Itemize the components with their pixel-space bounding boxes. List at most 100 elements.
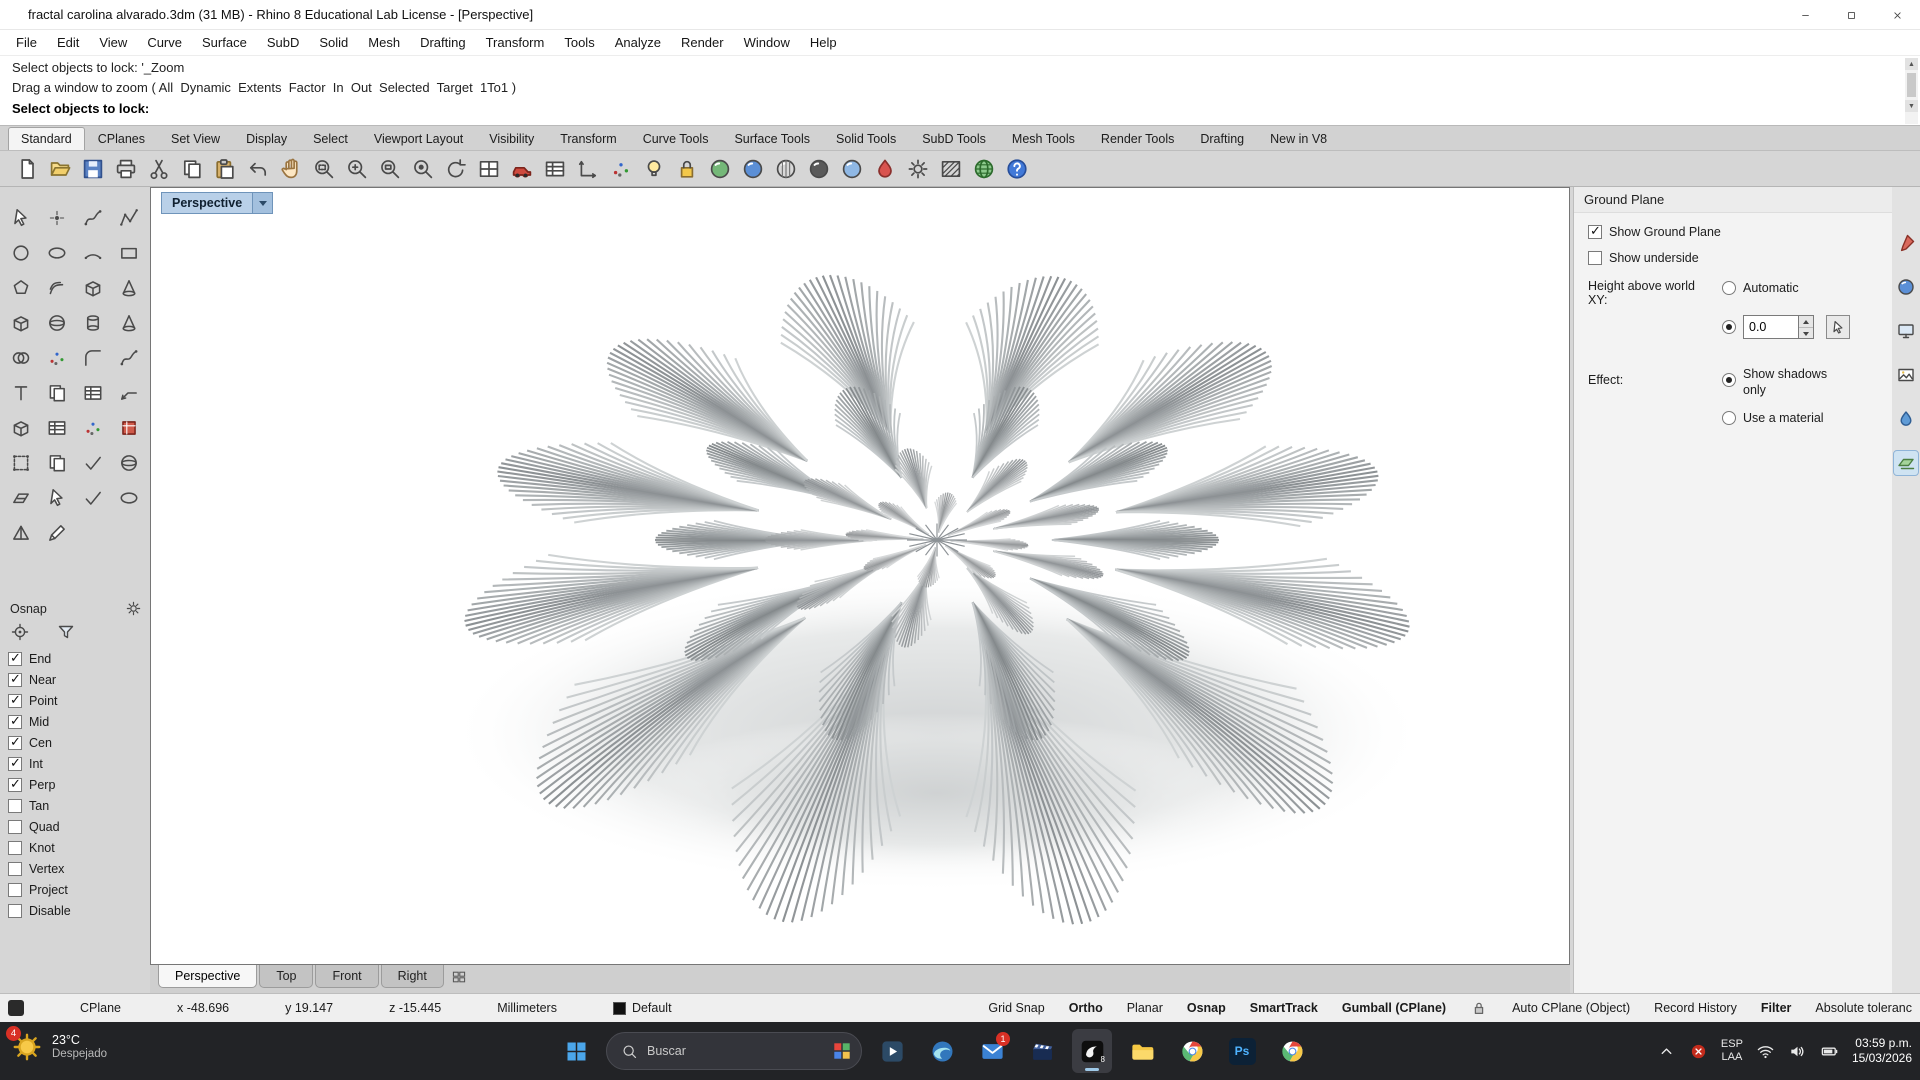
taskbar-chrome[interactable]: [1172, 1029, 1212, 1073]
solid-box-icon[interactable]: [75, 271, 111, 305]
new-viewport-layout-button[interactable]: [446, 966, 472, 988]
taskbar-mail[interactable]: 1: [972, 1029, 1012, 1073]
height-input[interactable]: [1743, 315, 1799, 339]
new-file-icon[interactable]: [14, 156, 40, 182]
taskbar-edge[interactable]: [922, 1029, 962, 1073]
menu-file[interactable]: File: [6, 32, 47, 53]
scroll-up-icon[interactable]: ▲: [1905, 58, 1918, 70]
offset-curve-icon[interactable]: [39, 271, 75, 305]
vptab-right[interactable]: Right: [381, 965, 444, 988]
search-input[interactable]: Buscar: [606, 1032, 862, 1070]
osnap-filter-icon[interactable]: [56, 622, 76, 642]
undo-icon[interactable]: [245, 156, 271, 182]
osnap-quad[interactable]: Quad: [0, 816, 150, 837]
tab-transform[interactable]: Transform: [547, 127, 630, 150]
grid-icon[interactable]: [39, 411, 75, 445]
print-icon[interactable]: [113, 156, 139, 182]
status-panel-icon[interactable]: [8, 1000, 24, 1016]
mesh-icon[interactable]: [75, 376, 111, 410]
scroll-thumb[interactable]: [1907, 73, 1916, 97]
status-osnap[interactable]: Osnap: [1187, 1001, 1226, 1015]
status-units[interactable]: Millimeters: [497, 1001, 557, 1015]
checkbox[interactable]: [8, 904, 22, 918]
checkbox[interactable]: [8, 694, 22, 708]
osnap-end[interactable]: End: [0, 648, 150, 669]
gear-icon[interactable]: [905, 156, 931, 182]
status-gumball[interactable]: Gumball (CPlane): [1342, 1001, 1446, 1015]
clock[interactable]: 03:59 p.m. 15/03/2026: [1852, 1036, 1912, 1066]
paste-icon[interactable]: [212, 156, 238, 182]
checkbox[interactable]: [8, 883, 22, 897]
language-indicator[interactable]: ESP LAA: [1721, 1038, 1743, 1063]
hatch-icon[interactable]: [938, 156, 964, 182]
height-value-radio[interactable]: [1722, 320, 1736, 334]
bulb-icon[interactable]: [641, 156, 667, 182]
ground-plane-icon[interactable]: [1894, 451, 1918, 475]
tab-select[interactable]: Select: [300, 127, 361, 150]
tab-new-in-v8[interactable]: New in V8: [1257, 127, 1340, 150]
use-material-row[interactable]: Use a material: [1722, 411, 1824, 425]
menu-surface[interactable]: Surface: [192, 32, 257, 53]
tab-render-tools[interactable]: Render Tools: [1088, 127, 1187, 150]
menu-drafting[interactable]: Drafting: [410, 32, 476, 53]
volume-icon[interactable]: [1788, 1042, 1807, 1061]
spinner-down-icon[interactable]: [1799, 328, 1813, 339]
extract-icon[interactable]: [39, 481, 75, 515]
sphere-light-icon[interactable]: [839, 156, 865, 182]
point-cloud-icon[interactable]: [608, 156, 634, 182]
maximize-button[interactable]: [1828, 0, 1874, 30]
tab-display[interactable]: Display: [233, 127, 300, 150]
view-layout-icon[interactable]: [476, 156, 502, 182]
arc-icon[interactable]: [75, 236, 111, 270]
taskbar-file-explorer[interactable]: [1122, 1029, 1162, 1073]
zoom-dynamic-icon[interactable]: [344, 156, 370, 182]
image-icon[interactable]: [1894, 363, 1918, 387]
checkbox[interactable]: [8, 862, 22, 876]
vptab-front[interactable]: Front: [315, 965, 378, 988]
divide-icon[interactable]: [75, 411, 111, 445]
zoom-window-icon[interactable]: [311, 156, 337, 182]
status-planar[interactable]: Planar: [1127, 1001, 1163, 1015]
paint-drop-icon[interactable]: [872, 156, 898, 182]
command-prompt[interactable]: Select objects to lock:: [12, 101, 149, 116]
cut-icon[interactable]: [146, 156, 172, 182]
osnap-vertex[interactable]: Vertex: [0, 858, 150, 879]
osnap-near[interactable]: Near: [0, 669, 150, 690]
zoom-selected-icon[interactable]: [410, 156, 436, 182]
tab-subd-tools[interactable]: SubD Tools: [909, 127, 999, 150]
checkbox[interactable]: [8, 799, 22, 813]
checkbox[interactable]: [8, 757, 22, 771]
mesh-sphere-icon[interactable]: [111, 446, 147, 480]
rectangle-icon[interactable]: [111, 236, 147, 270]
pan-icon[interactable]: [278, 156, 304, 182]
menu-analyze[interactable]: Analyze: [605, 32, 671, 53]
menu-solid[interactable]: Solid: [309, 32, 358, 53]
status-auto-cplane[interactable]: Auto CPlane (Object): [1512, 1001, 1630, 1015]
osnap-knot[interactable]: Knot: [0, 837, 150, 858]
monitor-icon[interactable]: [1894, 319, 1918, 343]
show-ground-plane-row[interactable]: Show Ground Plane: [1588, 225, 1721, 239]
menu-transform[interactable]: Transform: [476, 32, 555, 53]
sphere-blue-icon[interactable]: [1894, 275, 1918, 299]
start-button[interactable]: [556, 1029, 596, 1073]
tab-surface-tools[interactable]: Surface Tools: [721, 127, 823, 150]
osnap-point[interactable]: Point: [0, 690, 150, 711]
zoom-extents-icon[interactable]: [377, 156, 403, 182]
tray-expand-icon[interactable]: [1657, 1042, 1676, 1061]
checkbox[interactable]: [8, 673, 22, 687]
checkbox[interactable]: [8, 841, 22, 855]
sphere-dark-icon[interactable]: [806, 156, 832, 182]
block-icon[interactable]: [111, 411, 147, 445]
taskbar-clipchamp[interactable]: [1022, 1029, 1062, 1073]
copy-icon[interactable]: [179, 156, 205, 182]
osnap-target-icon[interactable]: [10, 622, 30, 642]
sphere-green-icon[interactable]: [707, 156, 733, 182]
cone-icon[interactable]: [111, 306, 147, 340]
menu-curve[interactable]: Curve: [137, 32, 192, 53]
box-icon[interactable]: [3, 306, 39, 340]
osnap-cen[interactable]: Cen: [0, 732, 150, 753]
osnap-mid[interactable]: Mid: [0, 711, 150, 732]
perspective-viewport[interactable]: Perspective: [150, 187, 1570, 965]
tab-visibility[interactable]: Visibility: [476, 127, 547, 150]
help-icon[interactable]: [1004, 156, 1030, 182]
